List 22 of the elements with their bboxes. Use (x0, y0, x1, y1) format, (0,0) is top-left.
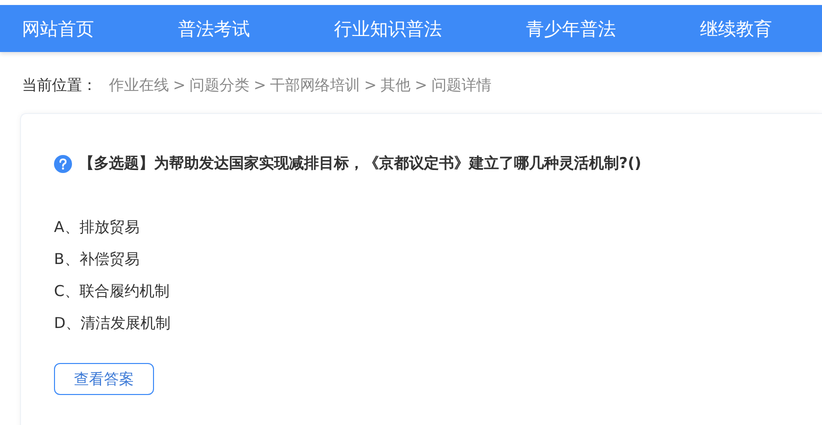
breadcrumb-link[interactable]: 其他 (380, 76, 411, 94)
answer-option: C、联合履约机制 (54, 281, 822, 301)
breadcrumb-separator: > (173, 76, 186, 94)
nav-link[interactable]: 普法考试 (178, 16, 250, 40)
answer-option: B、补偿贸易 (54, 249, 822, 269)
nav-link[interactable]: 网站首页 (22, 16, 94, 40)
breadcrumb-link[interactable]: 作业在线 (109, 76, 169, 94)
nav-link[interactable]: 青少年普法 (526, 16, 616, 40)
question-icon (54, 154, 72, 172)
breadcrumb-separator: > (254, 76, 266, 94)
breadcrumb-separator: > (364, 76, 377, 94)
breadcrumb-label: 当前位置： (22, 76, 97, 94)
nav-link[interactable]: 行业知识普法 (334, 16, 442, 40)
answer-option: A、排放贸易 (54, 217, 822, 237)
view-answer-button[interactable]: 查看答案 (54, 363, 154, 395)
nav-link[interactable]: 继续教育 (700, 16, 772, 40)
question-text: 【多选题】为帮助发达国家实现减排目标，《京都议定书》建立了哪几种灵活机制?() (79, 154, 642, 173)
breadcrumb-link[interactable]: 问题详情 (431, 76, 492, 94)
answer-option: D、清洁发展机制 (54, 313, 822, 333)
breadcrumb-separator: > (414, 76, 428, 94)
breadcrumb-link[interactable]: 干部网络培训 (270, 76, 360, 94)
breadcrumb-link[interactable]: 问题分类 (190, 76, 250, 94)
